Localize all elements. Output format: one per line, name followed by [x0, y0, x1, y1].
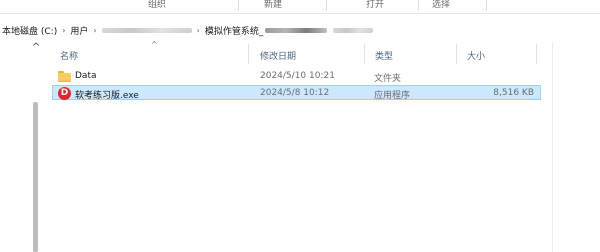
ribbon-group-select[interactable]: 选择 [432, 0, 450, 10]
breadcrumb[interactable]: 本地磁盘 (C:) › 用户 › › 模拟作管系统_ [0, 20, 600, 40]
scroll-up-icon[interactable]: ^ [32, 42, 40, 53]
file-name: 软考练习版.exe [75, 91, 139, 101]
column-divider[interactable] [536, 44, 537, 64]
file-type: 文件夹 [374, 74, 402, 84]
chevron-right-icon[interactable]: › [197, 26, 200, 35]
ribbon-divider [486, 0, 487, 11]
file-type: 应用程序 [374, 91, 411, 101]
column-header-type[interactable]: 类型 [375, 49, 393, 62]
redacted-path-segment [333, 27, 374, 33]
redacted-path-segment [101, 27, 192, 33]
file-date: 2024/5/8 10:12 [260, 88, 330, 98]
column-divider[interactable] [456, 44, 457, 64]
breadcrumb-users[interactable]: 用户 [70, 24, 88, 37]
chevron-right-icon[interactable]: › [93, 26, 96, 35]
file-date: 2024/5/10 10:21 [260, 71, 335, 81]
chevron-right-icon[interactable]: › [62, 26, 65, 35]
file-name: Data [75, 71, 97, 81]
column-divider[interactable] [248, 44, 249, 64]
ribbon-divider [326, 0, 327, 11]
column-header: ^ 名称 修改日期 类型 大小 [48, 40, 548, 66]
column-header-size[interactable]: 大小 [467, 49, 485, 62]
redacted-path-segment [265, 27, 328, 33]
ribbon-group-organize[interactable]: 组织 [148, 0, 166, 10]
details-pane-edge [552, 42, 600, 252]
breadcrumb-current-folder[interactable]: 模拟作管系统_ [205, 24, 264, 37]
ribbon-group-new[interactable]: 新建 [264, 0, 282, 10]
file-row-data-folder[interactable]: Data 2024/5/10 10:21 文件夹 [52, 69, 541, 84]
ribbon-divider [418, 0, 419, 11]
sort-ascending-icon: ^ [151, 40, 158, 49]
ribbon-divider [238, 0, 239, 11]
ribbon-group-open[interactable]: 打开 [366, 0, 384, 10]
application-icon: D [58, 87, 71, 100]
file-row-exe[interactable]: D 软考练习版.exe 2024/5/8 10:12 应用程序 8,516 KB [52, 85, 541, 101]
ribbon: 组织 新建 打开 选择 [0, 0, 600, 14]
column-header-date[interactable]: 修改日期 [260, 49, 296, 62]
column-header-name[interactable]: 名称 [60, 49, 78, 62]
nav-scrollbar-thumb[interactable] [33, 102, 38, 252]
column-divider[interactable] [364, 44, 365, 64]
folder-icon [58, 71, 71, 82]
file-size: 8,516 KB [493, 88, 534, 98]
breadcrumb-drive-c[interactable]: 本地磁盘 (C:) [2, 24, 57, 37]
